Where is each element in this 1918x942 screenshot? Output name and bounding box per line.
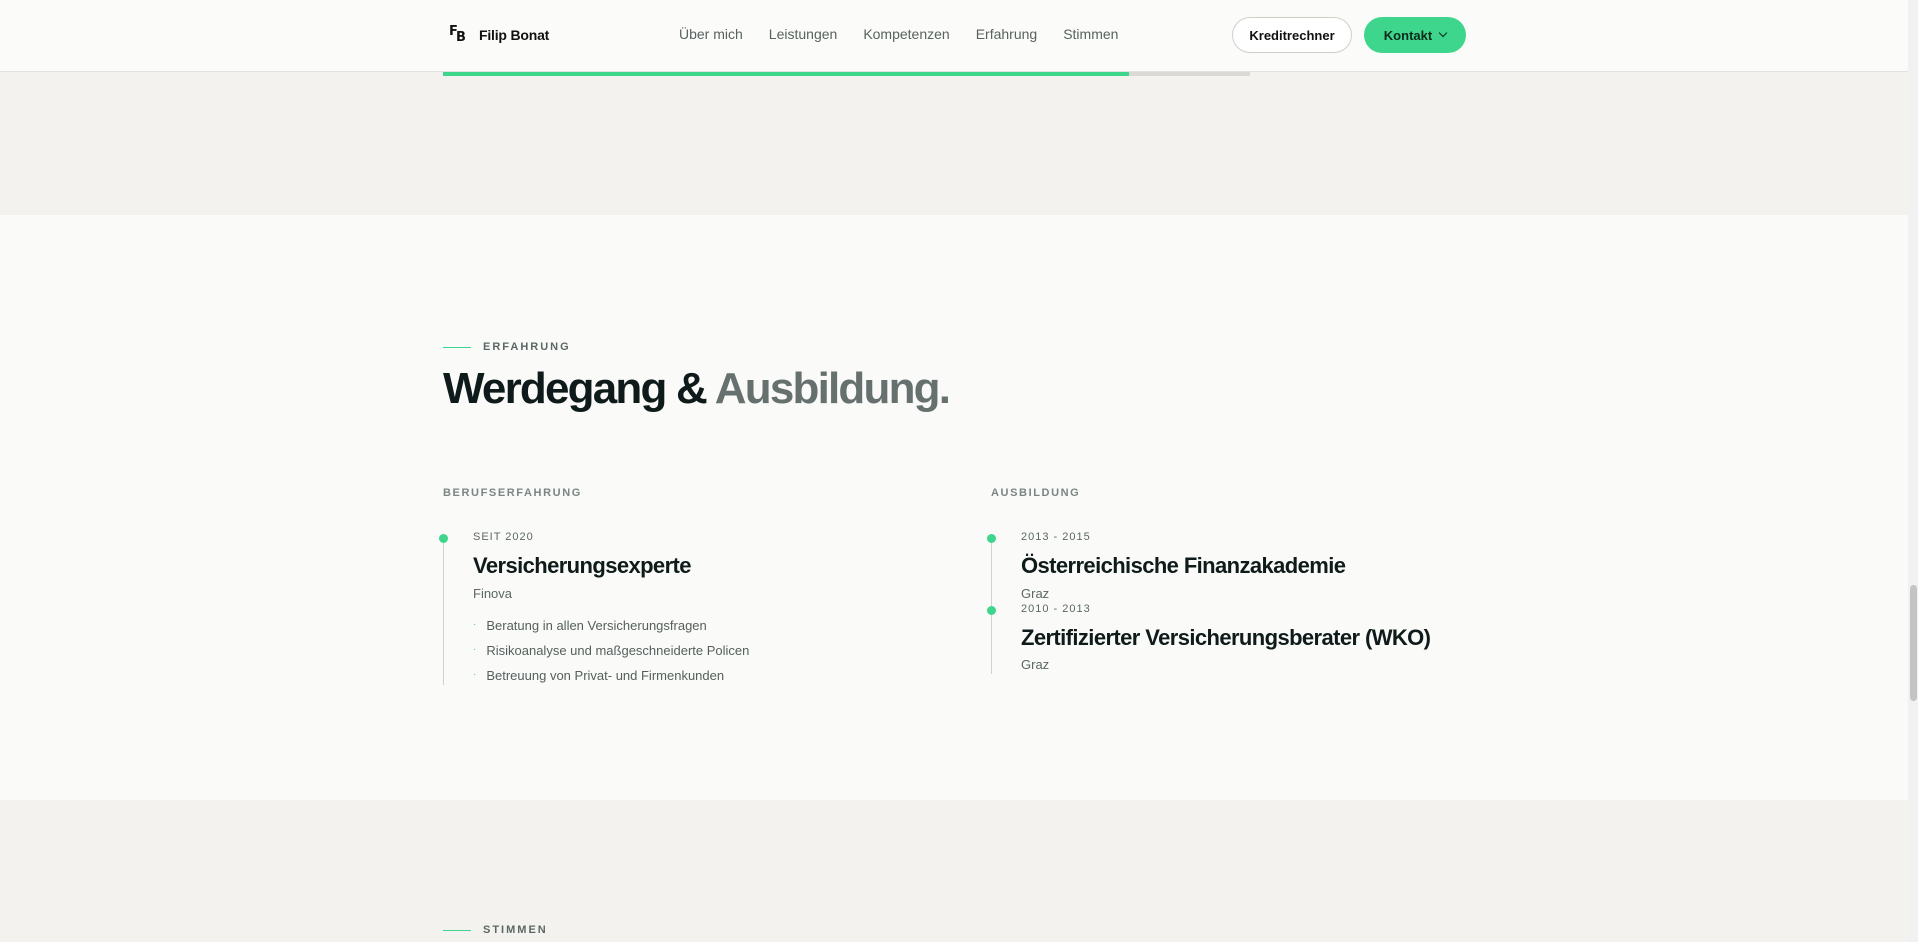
bullet-icon: · [473,619,477,630]
eyebrow-label: ERFAHRUNG [483,341,571,353]
education-title: Zertifizierter Versicherungsberater (WKO… [1021,625,1431,650]
work-column-label: BERUFSERFAHRUNG [443,487,582,499]
section-eyebrow: STIMMEN [443,924,548,936]
list-item: · Betreuung von Privat- und Firmenkunden [473,668,725,683]
job-company: Finova [473,586,513,601]
job-title: Versicherungsexperte [473,553,692,578]
bullet-icon: · [473,644,477,655]
timeline-dot [987,606,996,615]
nav-link-erfahrung[interactable]: Erfahrung [976,26,1037,42]
timeline-dot [439,534,448,543]
nav-link-stimmen[interactable]: Stimmen [1063,26,1118,42]
eyebrow-line [443,929,471,931]
nav-link-ueber-mich[interactable]: Über mich [679,26,743,42]
kreditrechner-button[interactable]: Kreditrechner [1232,17,1352,53]
scroll-progress-bar [443,72,1250,76]
brand-logo[interactable]: F B Filip Bonat [449,24,550,45]
page-scrollbar[interactable] [1908,0,1918,942]
timeline-dot [987,534,996,543]
kontakt-button-label: Kontakt [1383,27,1433,43]
education-period: 2010 - 2013 [1021,603,1091,615]
kontakt-button[interactable]: Kontakt [1364,17,1466,53]
education-place: Graz [1021,586,1050,601]
scrollbar-thumb[interactable] [1910,585,1917,701]
top-navigation: F B Filip Bonat Über mich Leistungen Kom… [0,0,1908,72]
experience-section [0,215,1908,800]
list-item: · Risikoanalyse und maßgeschneiderte Poli… [473,643,750,658]
scroll-progress-fill [443,72,1129,76]
monogram-icon: F B [449,24,466,45]
eyebrow-label: STIMMEN [483,924,548,936]
nav-links: Über mich Leistungen Kompetenzen Erfahru… [679,26,1118,42]
nav-link-leistungen[interactable]: Leistungen [769,26,838,42]
heading-main: Werdegang & [443,364,708,413]
education-column-label: AUSBILDUNG [991,487,1081,499]
section-heading: Werdegang & Ausbildung. [443,364,951,414]
nav-link-kompetenzen[interactable]: Kompetenzen [863,26,949,42]
list-item: · Beratung in allen Versicherungsfragen [473,618,707,633]
education-place: Graz [1021,657,1050,672]
eyebrow-line [443,346,471,348]
bullet-icon: · [473,669,477,680]
education-title: Österreichische Finanzakademie [1021,553,1346,578]
job-period: SEIT 2020 [473,531,534,543]
heading-accent: Ausbildung. [714,364,951,413]
testimonials-section [0,800,1908,942]
section-eyebrow: ERFAHRUNG [443,341,571,353]
chevron-down-icon [1438,28,1448,38]
brand-name: Filip Bonat [479,27,550,43]
education-period: 2013 - 2015 [1021,531,1091,543]
job-responsibilities: · Beratung in allen Versicherungsfragen ·… [473,618,749,693]
work-timeline-line [443,539,444,685]
